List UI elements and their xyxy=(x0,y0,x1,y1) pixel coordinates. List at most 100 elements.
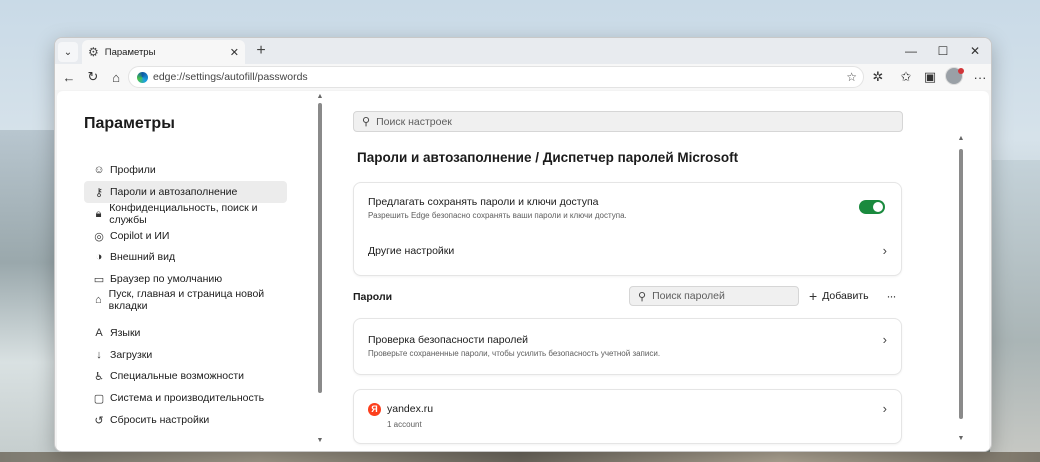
close-icon[interactable]: ✕ xyxy=(230,46,239,59)
notification-dot xyxy=(958,68,964,74)
chevron-right-icon: › xyxy=(882,401,887,416)
system-icon: ▢ xyxy=(93,392,105,405)
security-check-row: Проверка безопасности паролей Проверьте … xyxy=(368,332,887,358)
sidebar-item-label: Профили xyxy=(110,164,156,176)
offer-save-toggle[interactable] xyxy=(859,200,885,214)
main-scroll-thumb[interactable] xyxy=(959,149,963,419)
password-search-input[interactable]: ⚲ Поиск паролей xyxy=(629,286,799,306)
browser-icon: ▭ xyxy=(93,273,105,286)
search-icon: ⚲ xyxy=(638,290,647,303)
appearance-icon: ◑ xyxy=(95,251,103,263)
maximize-icon[interactable]: ☐ xyxy=(927,38,959,64)
gear-icon: ⚙ xyxy=(88,45,99,59)
offer-save-row: Предлагать сохранять пароли и ключи дост… xyxy=(368,196,887,220)
password-search-placeholder: Поиск паролей xyxy=(652,290,725,302)
sidebar-item-label: Специальные возможности xyxy=(110,370,245,382)
refresh-icon[interactable]: ↻ xyxy=(82,67,104,87)
add-password-label: Добавить xyxy=(822,290,869,302)
saved-site-name: yandex.ru xyxy=(387,403,434,415)
desktop-wallpaper-right xyxy=(990,160,1040,462)
more-icon[interactable]: ··· xyxy=(969,67,991,87)
sidebar-item-start-home[interactable]: ⌂ Пуск, главная и страница новой вкладки xyxy=(84,288,287,312)
sidebar-item-label: Языки xyxy=(110,327,141,339)
sidebar-item-reset[interactable]: ↺ Сбросить настройки xyxy=(84,409,287,431)
other-settings-row[interactable]: Другие настройки › xyxy=(368,243,887,258)
languages-icon: A xyxy=(95,327,103,339)
settings-page: Параметры ☺ Профили ⚷ Пароли и автозапол… xyxy=(57,91,989,451)
sidebar-item-label: Пароли и автозаполнение xyxy=(110,186,238,198)
sidebar-item-label: Браузер по умолчанию xyxy=(110,273,223,285)
sidebar-item-label: Пуск, главная и страница новой вкладки xyxy=(108,288,265,312)
home-icon: ⌂ xyxy=(95,294,102,306)
favorites-icon[interactable]: ✩ xyxy=(895,67,917,87)
collections-icon[interactable]: ▣ xyxy=(919,67,941,87)
home-icon[interactable]: ⌂ xyxy=(105,67,127,87)
chevron-right-icon: › xyxy=(882,332,887,347)
sidebar-title: Параметры xyxy=(84,115,175,132)
offer-save-card: Предлагать сохранять пароли и ключи дост… xyxy=(353,182,902,276)
profile-icon: ☺ xyxy=(93,164,105,176)
other-settings-label: Другие настройки xyxy=(368,245,455,257)
offer-save-subtitle: Разрешить Edge безопасно сохранять ваши … xyxy=(368,211,627,220)
yandex-icon: Я xyxy=(368,403,381,416)
scroll-down-icon[interactable]: ▼ xyxy=(957,435,965,442)
sidebar-item-system[interactable]: ▢ Система и производительность xyxy=(84,387,287,409)
sidebar-item-downloads[interactable]: ↓ Загрузки xyxy=(84,344,287,366)
download-icon: ↓ xyxy=(96,349,102,361)
main-scrollbar[interactable]: ▲ ▼ xyxy=(957,135,965,445)
browser-toolbar: ← ↻ ⌂ edge://settings/autofill/passwords… xyxy=(55,64,991,90)
settings-sidebar: Параметры ☺ Профили ⚷ Пароли и автозапол… xyxy=(57,91,323,451)
sidebar-item-default-browser[interactable]: ▭ Браузер по умолчанию xyxy=(84,268,287,290)
tab-settings[interactable]: ⚙ Параметры ✕ xyxy=(82,40,245,64)
sidebar-item-label: Сбросить настройки xyxy=(110,414,210,426)
passwords-section-label: Пароли xyxy=(353,291,393,303)
saved-password-card[interactable]: Я yandex.ru 1 account › xyxy=(353,389,902,444)
passwords-more-button[interactable]: ··· xyxy=(883,287,899,305)
accessibility-icon: ♿︎ xyxy=(94,370,104,383)
key-icon: ⚷ xyxy=(94,186,104,199)
desktop-wallpaper-bottom xyxy=(0,452,1040,462)
plus-icon: + xyxy=(809,288,818,304)
puzzle-icon[interactable]: ✲ xyxy=(867,67,889,87)
window-close-icon[interactable]: ✕ xyxy=(959,38,991,64)
security-check-card[interactable]: Проверка безопасности паролей Проверьте … xyxy=(353,318,902,375)
sidebar-item-accessibility[interactable]: ♿︎ Специальные возможности xyxy=(84,365,287,387)
search-icon: ⚲ xyxy=(362,116,371,128)
sidebar-item-languages[interactable]: A Языки xyxy=(84,322,287,344)
back-arrow-icon[interactable]: ← xyxy=(58,67,80,87)
address-bar[interactable]: edge://settings/autofill/passwords ☆ xyxy=(128,66,864,88)
tab-actions-chevron-down-icon[interactable]: ⌄ xyxy=(58,42,78,62)
add-password-button[interactable]: + Добавить xyxy=(809,287,869,305)
sidebar-item-profiles[interactable]: ☺ Профили xyxy=(84,159,287,181)
minimize-icon[interactable]: — xyxy=(895,38,927,64)
sidebar-item-label: Система и производительность xyxy=(110,392,265,404)
settings-search-placeholder: Поиск настроек xyxy=(376,115,452,128)
edge-logo-icon xyxy=(137,71,148,83)
sidebar-item-copilot[interactable]: ◎ Copilot и ИИ xyxy=(84,225,287,247)
url-text[interactable]: edge://settings/autofill/passwords xyxy=(153,71,846,83)
desktop-wallpaper-left xyxy=(0,130,60,462)
lock-icon: 🔒︎ xyxy=(95,207,102,220)
star-icon[interactable]: ☆ xyxy=(846,70,857,84)
sidebar-item-label: Внешний вид xyxy=(110,251,176,263)
sidebar-item-label: Copilot и ИИ xyxy=(110,230,170,242)
security-check-subtitle: Проверьте сохраненные пароли, чтобы усил… xyxy=(368,349,661,358)
settings-main: ⚲ Поиск настроек Пароли и автозаполнение… xyxy=(319,91,989,451)
settings-search-input[interactable]: ⚲ Поиск настроек xyxy=(353,111,903,132)
scroll-up-icon[interactable]: ▲ xyxy=(957,135,965,142)
sidebar-item-label: Загрузки xyxy=(110,349,153,361)
toggle-knob xyxy=(873,202,883,212)
tab-strip: ⌄ ⚙ Параметры ✕ + — ☐ ✕ xyxy=(55,38,991,64)
chevron-right-icon: › xyxy=(882,243,887,258)
window-controls: — ☐ ✕ xyxy=(895,38,991,64)
new-tab-plus-icon[interactable]: + xyxy=(251,41,271,61)
sidebar-item-passwords[interactable]: ⚷ Пароли и автозаполнение xyxy=(84,181,287,203)
reset-icon: ↺ xyxy=(94,414,104,427)
sidebar-item-privacy[interactable]: 🔒︎ Конфиденциальность, поиск и службы xyxy=(84,202,287,226)
sidebar-item-label: Конфиденциальность, поиск и службы xyxy=(109,202,258,226)
sidebar-item-appearance[interactable]: ◑ Внешний вид xyxy=(84,246,287,268)
security-check-title: Проверка безопасности паролей xyxy=(368,334,529,346)
saved-site-accounts: 1 account xyxy=(387,420,422,429)
tab-title: Параметры xyxy=(104,46,156,58)
page-title: Пароли и автозаполнение / Диспетчер паро… xyxy=(357,150,739,165)
